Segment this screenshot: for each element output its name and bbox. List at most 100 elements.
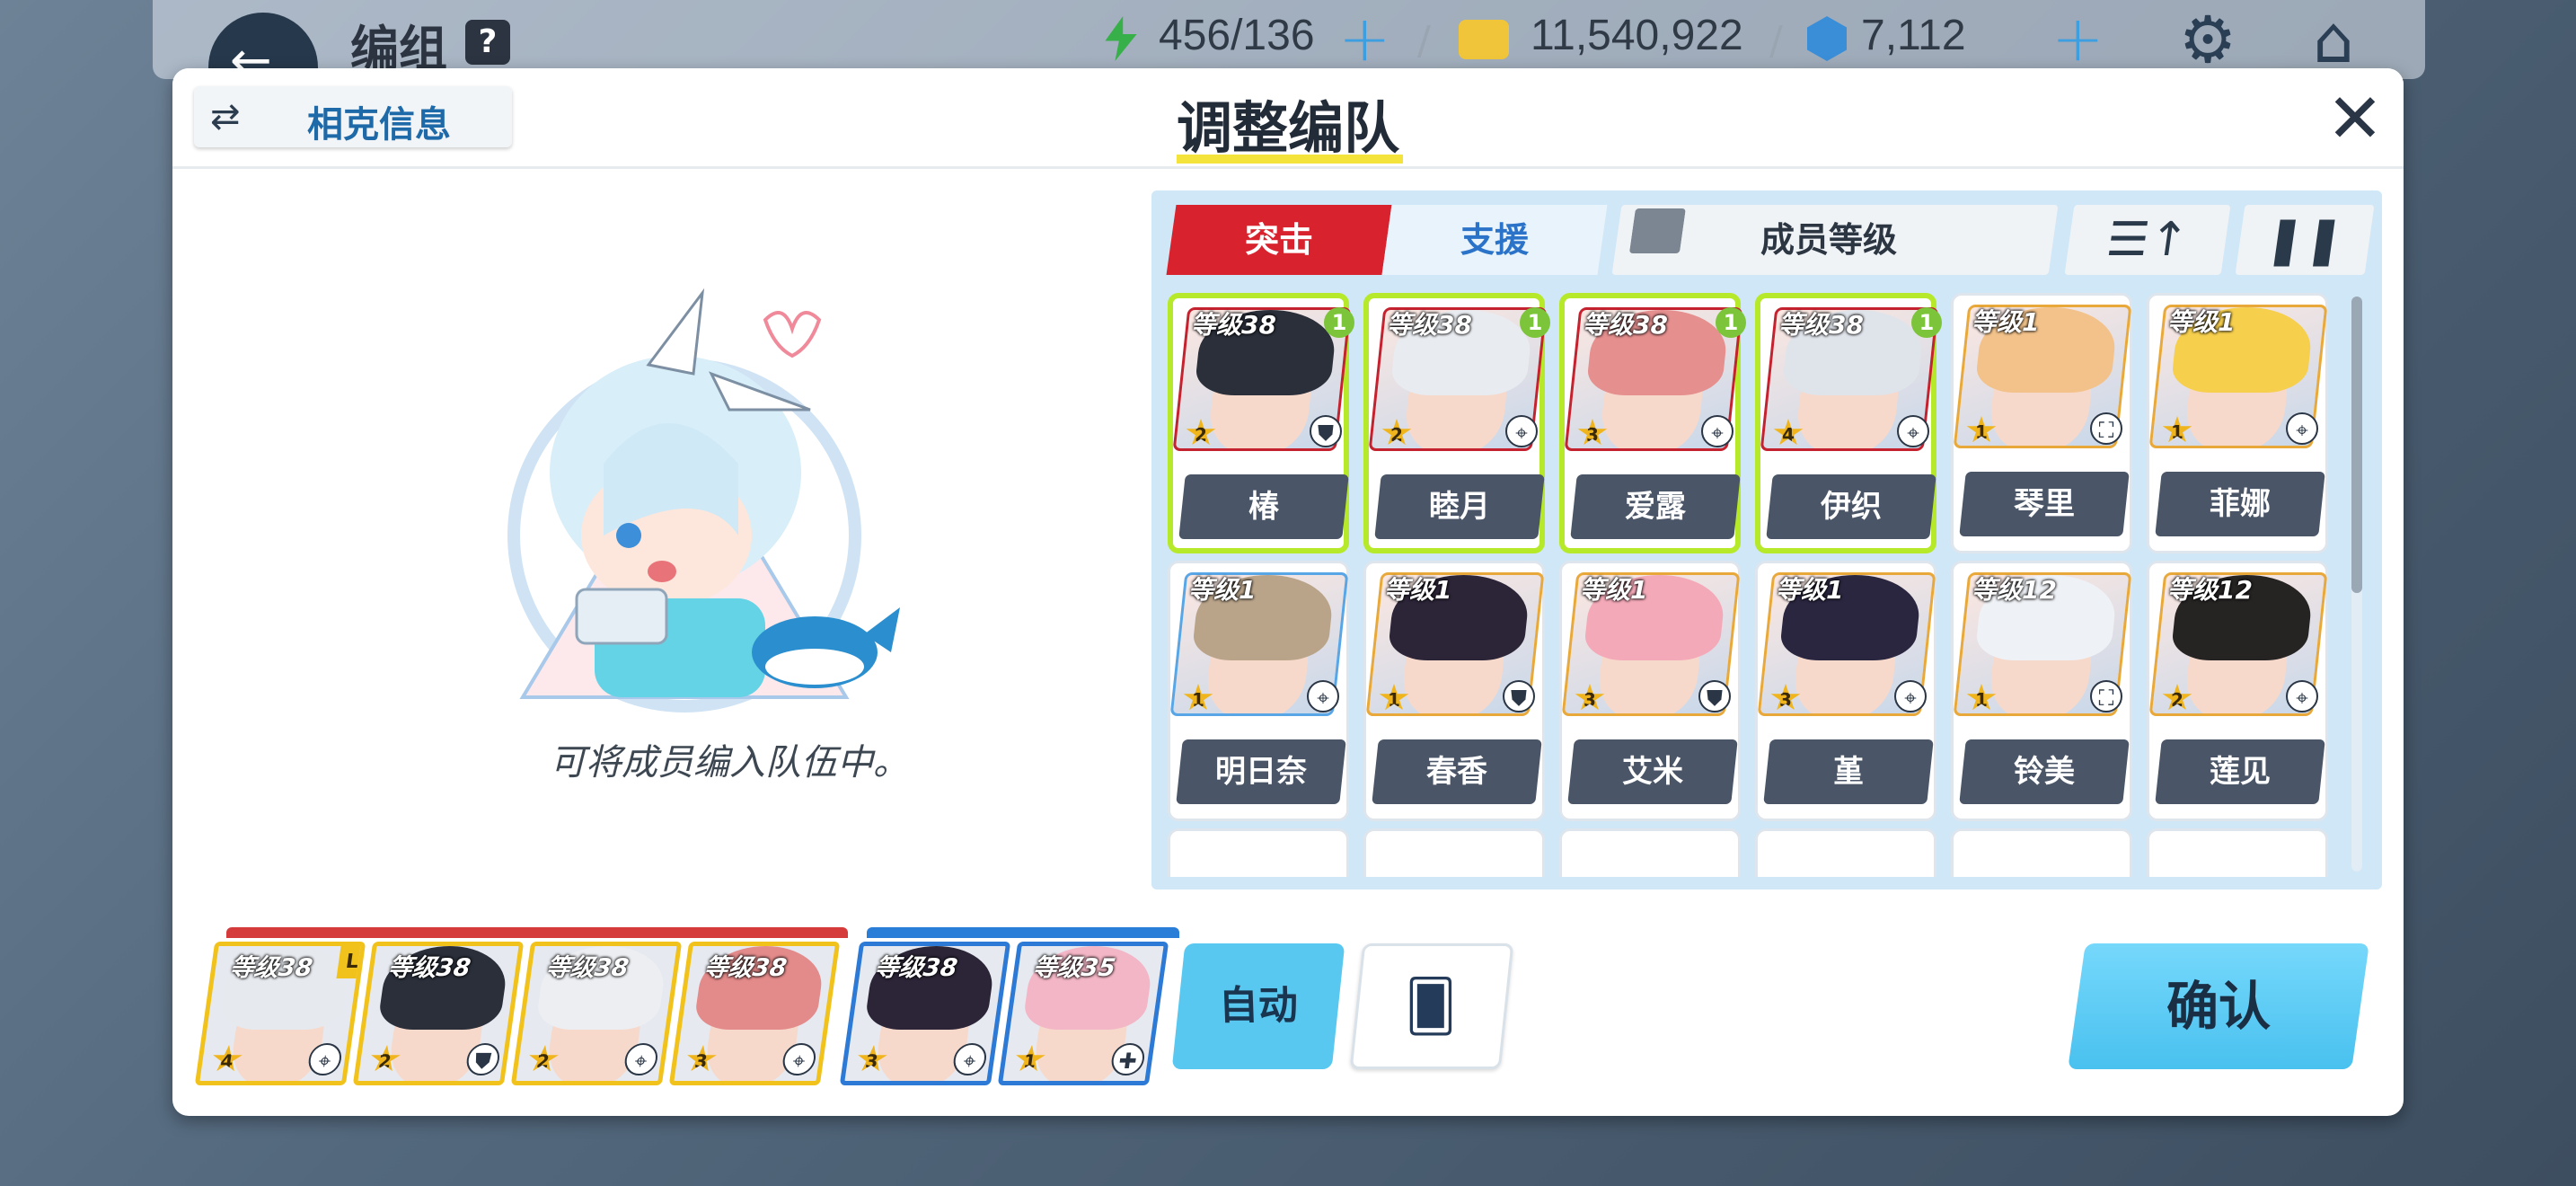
student-card[interactable] [1755,828,1936,877]
title-underline [1177,155,1403,164]
target-icon: ⌖ [1505,415,1538,447]
shield-icon: ⛊ [1310,415,1342,447]
filter-label: 成员等级 [1760,220,1898,260]
view-toggle-button[interactable]: ❚❚ [2235,205,2375,275]
target-icon: ⌖ [1307,680,1339,712]
student-grid: 等级38 1 2 ⛊ 椿等级38 1 2 ⌖ 睦月 等级38 1 3 ⌖ 爱露 等级38 1 4 ⌖ 伊织 等级1 1 ⛶… [1168,293,2344,877]
scrollbar[interactable] [2351,296,2362,872]
student-card[interactable] [1168,828,1349,877]
formation-dialog: ⇄ 相克信息 调整编队 ✕ 可将成员编入队伍中。 突击 支援 成员等级 ☰↑ ❚ [172,68,2404,1116]
student-name-plate: 爱露 [1570,474,1741,539]
student-level: 等级1 [2167,307,2236,337]
student-card[interactable] [2147,828,2328,877]
slot-level: 等级38 [385,954,472,982]
student-level: 等级1 [1384,575,1452,605]
support-icon: ⛶ [2090,680,2122,712]
student-level: 等级38 [1583,310,1668,340]
confirm-label: 确认 [2166,976,2271,1037]
student-list-panel: 突击 支援 成员等级 ☰↑ ❚❚ 等级38 1 2 ⛊ 椿等级38 1 2 ⌖ 睦月 等级38 1 3… [1151,190,2382,890]
stamina-value: 456/136 [1159,12,1315,59]
student-name: 椿 [1248,489,1279,525]
student-card[interactable]: 等级38 1 4 ⌖ 伊织 [1755,293,1942,553]
shield-icon: ⛊ [1698,680,1731,712]
gems-value: 7,112 [1861,12,1966,59]
gear-icon[interactable]: ⚙ [2170,5,2245,74]
student-name-plate: 堇 [1763,739,1934,804]
new-badge: 1 [1324,307,1354,338]
assault-slot[interactable]: 等级38 L 4 ⌖ [194,942,366,1085]
student-card[interactable]: 等级38 1 3 ⌖ 爱露 [1559,293,1746,553]
gems-plus-button[interactable]: + [2051,7,2104,70]
student-name-plate: 伊织 [1766,474,1936,539]
student-card[interactable]: 等级38 1 2 ⌖ 睦月 [1363,293,1550,553]
student-name-plate: 菲娜 [2155,472,2325,536]
student-card[interactable]: 等级1 1 ⛊ 春香 [1363,561,1545,821]
affinity-info-label: 相克信息 [307,104,451,146]
sort-ascending-icon: ☰↑ [2103,213,2192,267]
cards-check-icon: 🂠 [1405,978,1457,1036]
scroll-thumb[interactable] [2351,296,2362,593]
filter-icon [1629,208,1686,253]
student-level: 等级12 [1972,575,2057,605]
student-card[interactable]: 等级1 1 ⌖ 菲娜 [2147,293,2328,553]
credit-icon [1459,20,1509,59]
student-card[interactable]: 等级1 3 ⛊ 艾米 [1559,561,1741,821]
student-name: 堇 [1833,754,1864,790]
student-card[interactable]: 等级1 1 ⛶ 琴里 [1951,293,2132,553]
student-level: 等级1 [1972,307,2040,337]
home-icon[interactable]: ⌂ [2296,5,2371,74]
assault-slot[interactable]: 等级38 2 ⌖ [510,942,683,1085]
support-slot[interactable]: 等级35 1 ✚ [997,942,1169,1085]
shield-icon: ⛊ [1503,680,1535,712]
student-name-plate: 铃美 [1959,739,2130,804]
help-button[interactable]: ? [465,20,510,65]
auto-label: 自动 [1218,983,1299,1029]
new-badge: 1 [1911,307,1942,338]
assault-slot[interactable]: 等级38 2 ⛊ [352,942,525,1085]
student-name-plate: 春香 [1372,739,1542,804]
dialog-title: 调整编队 [1177,95,1400,161]
slot-level: 等级38 [543,954,631,982]
student-level: 等级12 [2167,575,2253,605]
student-level: 等级38 [1778,310,1864,340]
student-card[interactable] [1559,828,1741,877]
student-card[interactable]: 等级12 2 ⌖ 莲见 [2147,561,2328,821]
tab-assault[interactable]: 突击 [1166,205,1392,275]
student-card[interactable]: 等级1 1 ⌖ 明日奈 [1168,561,1349,821]
student-card[interactable] [1951,828,2132,877]
affinity-info-button[interactable]: ⇄ 相克信息 [194,86,512,147]
credits-value: 11,540,922 [1531,12,1743,59]
sort-order-button[interactable]: ☰↑ [2064,205,2231,275]
student-name: 铃美 [2014,754,2075,790]
tab-support[interactable]: 支援 [1381,205,1608,275]
tab-assault-label: 突击 [1244,220,1313,260]
slot-level: 等级38 [701,954,789,982]
filter-dropdown[interactable]: 成员等级 [1611,205,2059,275]
student-name-plate: 艾米 [1567,739,1738,804]
target-icon: ⌖ [1894,680,1927,712]
preset-button[interactable]: 🂠 [1349,943,1514,1069]
student-name: 春香 [1426,754,1487,790]
auto-button[interactable]: 自动 [1171,943,1345,1069]
stamina-plus-button[interactable]: + [1338,7,1391,70]
student-card[interactable]: 等级12 1 ⛶ 铃美 [1951,561,2132,821]
student-name: 艾米 [1622,754,1683,790]
student-level: 等级1 [1776,575,1844,605]
close-icon[interactable]: ✕ [2319,83,2391,155]
student-card[interactable] [1363,828,1545,877]
student-card[interactable]: 等级1 3 ⌖ 堇 [1755,561,1936,821]
student-card[interactable]: 等级38 1 2 ⛊ 椿 [1168,293,1354,553]
support-slot[interactable]: 等级38 3 ⌖ [839,942,1011,1085]
swap-icon: ⇄ [210,96,241,137]
target-icon: ⌖ [2286,412,2318,445]
dialog-header: ⇄ 相克信息 调整编队 ✕ [172,68,2404,169]
target-icon: ⌖ [1701,415,1734,447]
divider: / [1417,18,1431,64]
student-name-plate: 睦月 [1374,474,1545,539]
student-name: 菲娜 [2210,486,2271,522]
confirm-button[interactable]: 确认 [2068,943,2369,1069]
assault-slot[interactable]: 等级38 3 ⌖ [668,942,841,1085]
support-icon: ⛶ [2090,412,2122,445]
student-name: 明日奈 [1215,754,1307,790]
slot-level: 等级38 [227,954,314,982]
